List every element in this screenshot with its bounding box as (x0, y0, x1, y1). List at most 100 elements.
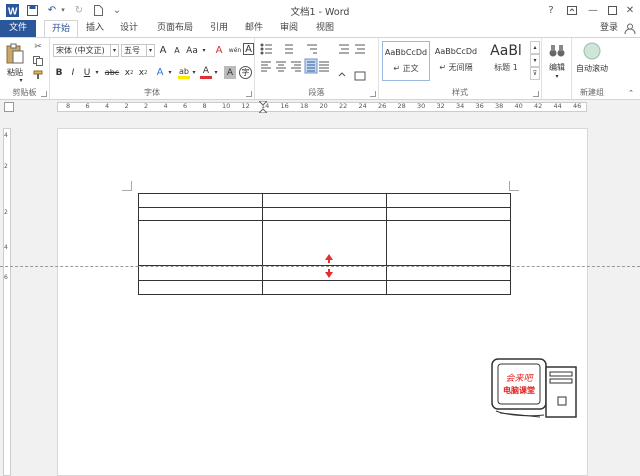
font-size-select[interactable]: 五号 (121, 44, 147, 57)
styles-scroll-down-icon[interactable]: ▾ (530, 54, 540, 67)
copy-icon[interactable] (32, 55, 44, 67)
table-cell[interactable] (262, 280, 387, 295)
corner-mark (509, 181, 519, 191)
styles-scroll-up-icon[interactable]: ▴ (530, 41, 540, 54)
strikethrough-button[interactable]: abc (103, 66, 121, 79)
document-page[interactable]: 会来吧 电脑课堂 (57, 128, 588, 476)
font-size-dropdown-icon[interactable]: ▾ (147, 44, 155, 57)
highlight-button[interactable]: ab (178, 66, 190, 79)
auto-scroll-icon[interactable] (582, 41, 602, 61)
change-case-dropdown-icon[interactable]: ▾ (200, 44, 208, 57)
auto-scroll-button[interactable]: 自动滚动 (572, 63, 612, 73)
tab-review[interactable]: 审阅 (274, 20, 304, 37)
tab-design[interactable]: 设计 (114, 20, 144, 37)
indent-marker-icon[interactable] (257, 100, 269, 114)
paragraph-group: 段落 (255, 38, 379, 99)
table-cell[interactable] (262, 193, 387, 208)
style-heading1[interactable]: AaBl 标题 1 (482, 41, 530, 81)
table-cell[interactable] (386, 193, 511, 208)
table-cell[interactable] (138, 265, 263, 281)
binoculars-icon[interactable] (548, 42, 566, 60)
maximize-icon[interactable] (602, 2, 622, 18)
clear-format-button[interactable]: A (212, 44, 226, 57)
enclose-char-button[interactable]: 字 (239, 66, 252, 79)
editing-dropdown-icon[interactable]: ▾ (552, 72, 562, 80)
table-cell[interactable] (386, 280, 511, 295)
underline-button[interactable]: U (81, 66, 93, 79)
vruler-number: 4 (4, 132, 8, 139)
tab-file[interactable]: 文件 (0, 20, 36, 37)
text-effects-button[interactable]: A (154, 66, 166, 79)
phonetic-guide-button[interactable]: wén (228, 43, 242, 57)
ruler-number: 34 (456, 102, 465, 110)
paste-dropdown-icon[interactable]: ▾ (16, 76, 26, 84)
font-color-button[interactable]: A (200, 66, 212, 79)
account-icon[interactable] (624, 23, 636, 35)
change-case-button[interactable]: Aa (184, 44, 200, 57)
table-cell[interactable] (138, 193, 263, 208)
ruler-number: 4 (163, 102, 168, 110)
vertical-ruler: 4 2 2 4 6 (0, 114, 14, 476)
font-launcher-icon[interactable] (246, 91, 252, 97)
char-shading-button[interactable]: A (224, 66, 236, 79)
table-cell[interactable] (386, 265, 511, 281)
tab-selector-icon[interactable] (4, 102, 14, 112)
watermark-line2: 电脑课堂 (503, 386, 535, 395)
font-name-select[interactable]: 宋体 (中文正) (53, 44, 111, 57)
tab-home[interactable]: 开始 (44, 20, 78, 38)
grow-font-button[interactable]: A (157, 44, 169, 57)
ruler-number: 28 (397, 102, 406, 110)
ribbon: 粘贴 ▾ ✂ 剪贴板 宋体 (中文正) ▾ 五号 ▾ A A Aa ▾ A wé… (0, 37, 640, 100)
italic-button[interactable]: I (67, 66, 79, 79)
underline-dropdown-icon[interactable]: ▾ (93, 66, 101, 79)
document-table[interactable] (138, 193, 511, 295)
tab-mailings[interactable]: 邮件 (239, 20, 269, 37)
ruler-number: 44 (553, 102, 562, 110)
ruler-number: 18 (300, 102, 309, 110)
table-cell[interactable] (138, 207, 263, 221)
styles-launcher-icon[interactable] (533, 91, 539, 97)
tab-insert[interactable]: 插入 (80, 20, 110, 37)
watermark-logo: 会来吧 电脑课堂 (490, 357, 582, 423)
tab-references[interactable]: 引用 (204, 20, 234, 37)
paste-icon[interactable] (4, 42, 26, 66)
tab-page-layout[interactable]: 页面布局 (152, 20, 198, 37)
clipboard-launcher-icon[interactable] (41, 91, 47, 97)
table-cell[interactable] (386, 207, 511, 221)
bold-button[interactable]: B (53, 66, 65, 79)
minimize-icon[interactable]: — (583, 2, 603, 18)
ribbon-display-icon[interactable] (562, 2, 582, 18)
highlight-dropdown-icon[interactable]: ▾ (190, 66, 198, 79)
styles-more-icon[interactable]: ⊽ (530, 67, 540, 80)
format-painter-icon[interactable] (32, 69, 44, 81)
editing-button[interactable]: 编辑 (542, 62, 572, 72)
vruler-number: 2 (4, 209, 8, 216)
table-cell[interactable] (386, 220, 511, 266)
ruler-number: 32 (436, 102, 445, 110)
ruler-number: 22 (339, 102, 348, 110)
login-link[interactable]: 登录 (600, 20, 618, 37)
text-effects-dropdown-icon[interactable]: ▾ (166, 66, 174, 79)
style-normal-preview: AaBbCcDd (384, 48, 428, 57)
paragraph-controls[interactable] (259, 42, 375, 82)
paragraph-launcher-icon[interactable] (370, 91, 376, 97)
table-cell[interactable] (262, 207, 387, 221)
collapse-ribbon-icon[interactable]: ⌃ (626, 88, 636, 98)
font-name-dropdown-icon[interactable]: ▾ (111, 44, 119, 57)
help-button[interactable]: ? (541, 2, 561, 18)
superscript-button[interactable]: x2 (137, 66, 149, 79)
font-color-dropdown-icon[interactable]: ▾ (212, 66, 220, 79)
style-normal[interactable]: AaBbCcDd ↵ 正文 (382, 41, 430, 81)
subscript-button[interactable]: x2 (123, 66, 135, 79)
tab-view[interactable]: 视图 (310, 20, 340, 37)
style-no-spacing-name: ↵ 无间隔 (439, 63, 473, 72)
style-normal-name: ↵ 正文 (393, 64, 419, 73)
char-border-button[interactable]: A (243, 43, 254, 55)
table-cell[interactable] (138, 280, 263, 295)
cut-icon[interactable]: ✂ (32, 41, 44, 53)
close-icon[interactable]: ✕ (620, 2, 640, 18)
table-cell[interactable] (138, 220, 263, 266)
ribbon-tabs: 文件 开始 插入 设计 页面布局 引用 邮件 审阅 视图 登录 (0, 20, 640, 38)
style-no-spacing[interactable]: AaBbCcDd ↵ 无间隔 (432, 41, 480, 81)
shrink-font-button[interactable]: A (171, 44, 183, 57)
